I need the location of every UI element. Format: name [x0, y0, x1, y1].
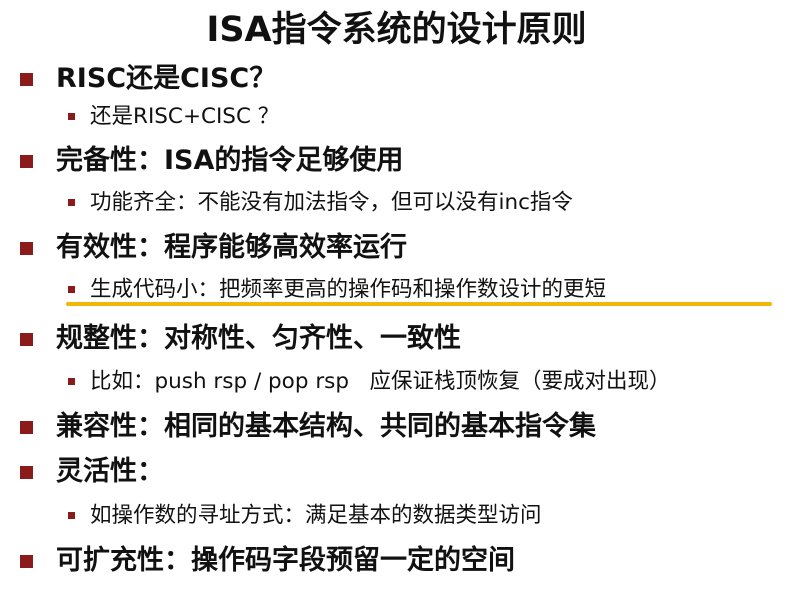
- square-bullet-icon: [68, 512, 75, 519]
- bullet-text: 完备性：ISA的指令足够使用: [56, 145, 404, 176]
- sub-bullet-text: 如操作数的寻址方式：满足基本的数据类型访问: [90, 503, 542, 528]
- bullet-text: 可扩充性：操作码字段预留一定的空间: [56, 545, 515, 576]
- sub-bullet-text: 比如：push rsp / pop rsp 应保证栈顶恢复（要成对出现）: [90, 369, 671, 394]
- square-bullet-icon: [68, 286, 75, 293]
- square-bullet-icon: [20, 73, 33, 86]
- bullet-text: 有效性：程序能够高效率运行: [56, 232, 407, 263]
- sub-bullet-text: 生成代码小：把频率更高的操作码和操作数设计的更短: [90, 277, 607, 302]
- square-bullet-icon: [68, 378, 75, 385]
- bullet-text: RISC还是CISC？: [56, 63, 277, 94]
- square-bullet-icon: [20, 155, 33, 168]
- square-bullet-icon: [20, 421, 33, 434]
- square-bullet-icon: [20, 333, 33, 346]
- bullet-text: 灵活性：: [56, 456, 164, 487]
- square-bullet-icon: [20, 466, 33, 479]
- sub-bullet-text: 还是RISC+CISC ？: [90, 104, 280, 129]
- sub-bullet-text: 功能齐全：不能没有加法指令，但可以没有inc指令: [90, 190, 573, 215]
- bullet-text: 规整性：对称性、匀齐性、一致性: [56, 323, 461, 354]
- square-bullet-icon: [68, 199, 75, 206]
- highlight-underline: [66, 302, 772, 306]
- bullet-text: 兼容性：相同的基本结构、共同的基本指令集: [56, 411, 596, 442]
- square-bullet-icon: [20, 242, 33, 255]
- square-bullet-icon: [20, 555, 33, 568]
- slide-title: ISA指令系统的设计原则: [206, 10, 587, 50]
- slide: ISA指令系统的设计原则 RISC还是CISC？ 还是RISC+CISC ？ 完…: [0, 0, 793, 589]
- square-bullet-icon: [68, 113, 75, 120]
